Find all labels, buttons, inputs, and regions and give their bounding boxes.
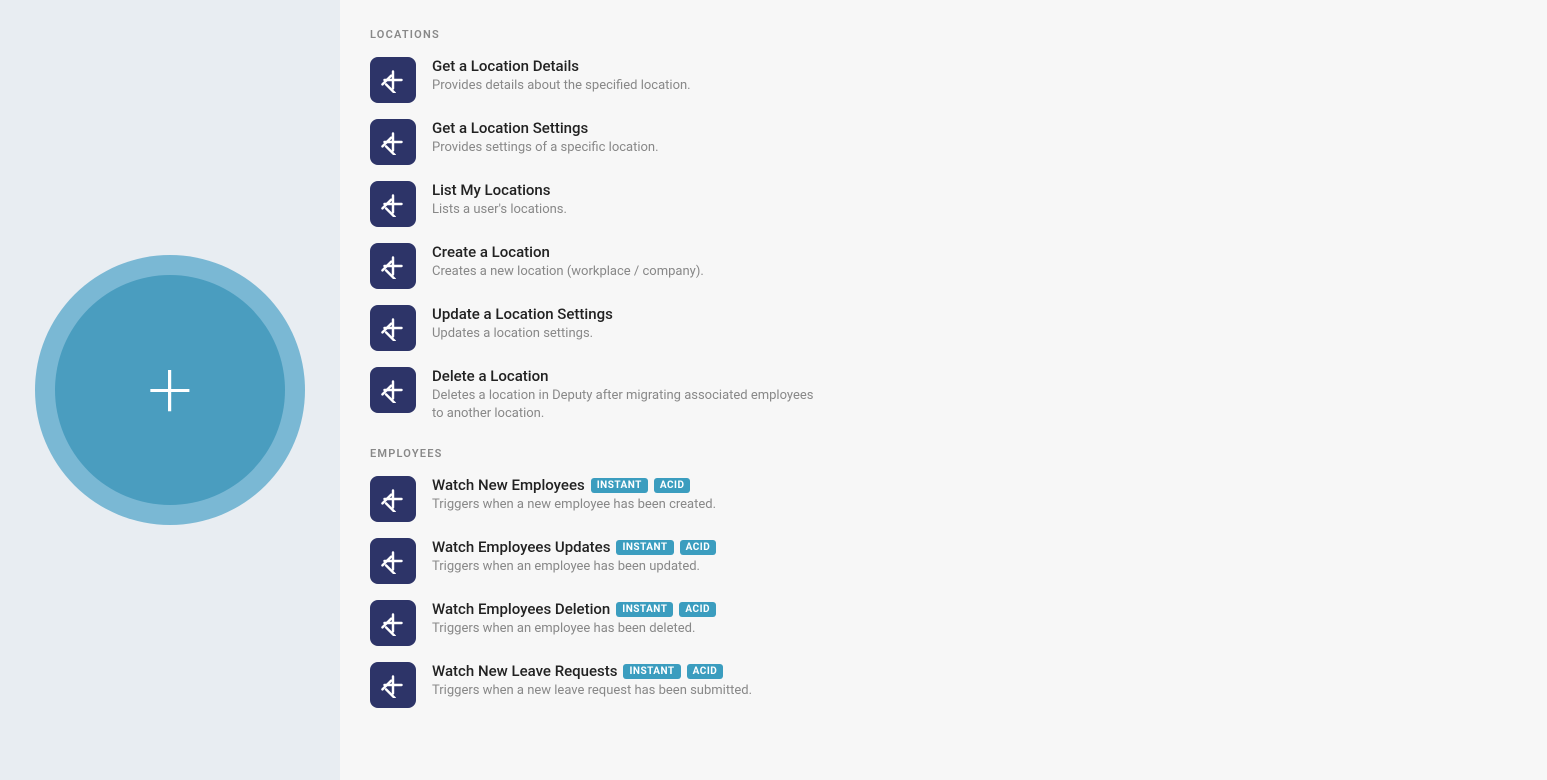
list-item-create-a-location[interactable]: Create a Location Creates a new location …	[370, 239, 817, 293]
item-desc-get-location-settings: Provides settings of a specific location…	[432, 139, 659, 157]
list-item-watch-employees-deletion[interactable]: Watch Employees Deletion INSTANT ACID Trigg…	[370, 596, 817, 650]
deputy-icon-watch-new-employees	[370, 476, 416, 522]
item-text-watch-new-employees: Watch New Employees INSTANT ACID Triggers w…	[432, 476, 716, 514]
item-text-get-location-details: Get a Location Details Provides details a…	[432, 57, 691, 95]
item-text-delete-a-location: Delete a Location Deletes a location in D…	[432, 367, 817, 423]
item-title-delete-a-location: Delete a Location	[432, 367, 817, 385]
item-desc-create-a-location: Creates a new location (workplace / comp…	[432, 263, 704, 281]
item-desc-list-my-locations: Lists a user's locations.	[432, 201, 567, 219]
item-text-watch-employees-deletion: Watch Employees Deletion INSTANT ACID Trigg…	[432, 600, 716, 638]
deputy-icon-get-location-settings	[370, 119, 416, 165]
item-text-update-a-location-settings: Update a Location Settings Updates a loca…	[432, 305, 613, 343]
item-desc-get-location-details: Provides details about the specified loc…	[432, 77, 691, 95]
item-text-watch-employees-updates: Watch Employees Updates INSTANT ACID Trigge…	[432, 538, 716, 576]
badge-instant-watch-new-employees: INSTANT	[591, 478, 648, 493]
item-title-text-list-my-locations: List My Locations	[432, 181, 550, 199]
list-item-watch-new-employees[interactable]: Watch New Employees INSTANT ACID Triggers w…	[370, 472, 817, 526]
list-item-watch-employees-updates[interactable]: Watch Employees Updates INSTANT ACID Trigge…	[370, 534, 817, 588]
item-title-text-watch-employees-deletion: Watch Employees Deletion	[432, 600, 610, 618]
deputy-icon-watch-employees-deletion	[370, 600, 416, 646]
item-desc-watch-employees-deletion: Triggers when an employee has been delet…	[432, 620, 716, 638]
item-title-get-location-details: Get a Location Details	[432, 57, 691, 75]
section-employees: EMPLOYEES Watch New Employees INSTANT ACID…	[370, 447, 817, 712]
badge-instant-watch-employees-deletion: INSTANT	[616, 602, 673, 617]
item-title-text-watch-new-leave-requests: Watch New Leave Requests	[432, 662, 617, 680]
item-desc-watch-new-employees: Triggers when a new employee has been cr…	[432, 496, 716, 514]
item-title-update-a-location-settings: Update a Location Settings	[432, 305, 613, 323]
item-title-text-create-a-location: Create a Location	[432, 243, 550, 261]
deputy-icon-get-location-details	[370, 57, 416, 103]
section-locations: LOCATIONS Get a Location Details Provides…	[370, 28, 817, 427]
item-title-get-location-settings: Get a Location Settings	[432, 119, 659, 137]
item-title-create-a-location: Create a Location	[432, 243, 704, 261]
left-panel: +	[0, 0, 340, 780]
item-desc-update-a-location-settings: Updates a location settings.	[432, 325, 613, 343]
item-title-text-watch-new-employees: Watch New Employees	[432, 476, 585, 494]
badge-acid-watch-employees-deletion: ACID	[679, 602, 716, 617]
deputy-icon-watch-new-leave-requests	[370, 662, 416, 708]
item-title-text-watch-employees-updates: Watch Employees Updates	[432, 538, 610, 556]
badge-acid-watch-new-leave-requests: ACID	[687, 664, 724, 679]
main-content: LOCATIONS Get a Location Details Provides…	[340, 0, 847, 780]
item-text-create-a-location: Create a Location Creates a new location …	[432, 243, 704, 281]
item-desc-watch-employees-updates: Triggers when an employee has been updat…	[432, 558, 716, 576]
deputy-icon-watch-employees-updates	[370, 538, 416, 584]
item-title-text-delete-a-location: Delete a Location	[432, 367, 548, 385]
item-title-text-update-a-location-settings: Update a Location Settings	[432, 305, 613, 323]
item-title-text-get-location-details: Get a Location Details	[432, 57, 579, 75]
item-title-text-get-location-settings: Get a Location Settings	[432, 119, 588, 137]
item-desc-delete-a-location: Deletes a location in Deputy after migra…	[432, 387, 817, 423]
list-item-update-a-location-settings[interactable]: Update a Location Settings Updates a loca…	[370, 301, 817, 355]
item-text-list-my-locations: List My Locations Lists a user's location…	[432, 181, 567, 219]
add-button[interactable]: +	[55, 275, 285, 505]
item-title-list-my-locations: List My Locations	[432, 181, 567, 199]
list-item-get-location-details[interactable]: Get a Location Details Provides details a…	[370, 53, 817, 107]
list-item-watch-new-leave-requests[interactable]: Watch New Leave Requests INSTANT ACID Trigg…	[370, 658, 817, 712]
item-title-watch-employees-updates: Watch Employees Updates INSTANT ACID	[432, 538, 716, 556]
badge-acid-watch-employees-updates: ACID	[680, 540, 717, 555]
right-panel	[847, 0, 1547, 780]
list-item-list-my-locations[interactable]: List My Locations Lists a user's location…	[370, 177, 817, 231]
item-title-watch-new-leave-requests: Watch New Leave Requests INSTANT ACID	[432, 662, 752, 680]
deputy-icon-update-a-location-settings	[370, 305, 416, 351]
deputy-icon-list-my-locations	[370, 181, 416, 227]
badge-instant-watch-new-leave-requests: INSTANT	[623, 664, 680, 679]
badge-acid-watch-new-employees: ACID	[654, 478, 691, 493]
deputy-icon-delete-a-location	[370, 367, 416, 413]
deputy-icon-create-a-location	[370, 243, 416, 289]
plus-icon: +	[147, 350, 192, 430]
section-label-employees: EMPLOYEES	[370, 447, 817, 460]
item-text-get-location-settings: Get a Location Settings Provides settings…	[432, 119, 659, 157]
item-title-watch-new-employees: Watch New Employees INSTANT ACID	[432, 476, 716, 494]
plus-circle-outer: +	[35, 255, 305, 525]
item-desc-watch-new-leave-requests: Triggers when a new leave request has be…	[432, 682, 752, 700]
list-item-get-location-settings[interactable]: Get a Location Settings Provides settings…	[370, 115, 817, 169]
list-item-delete-a-location[interactable]: Delete a Location Deletes a location in D…	[370, 363, 817, 427]
item-text-watch-new-leave-requests: Watch New Leave Requests INSTANT ACID Trigg…	[432, 662, 752, 700]
section-label-locations: LOCATIONS	[370, 28, 817, 41]
item-title-watch-employees-deletion: Watch Employees Deletion INSTANT ACID	[432, 600, 716, 618]
badge-instant-watch-employees-updates: INSTANT	[616, 540, 673, 555]
